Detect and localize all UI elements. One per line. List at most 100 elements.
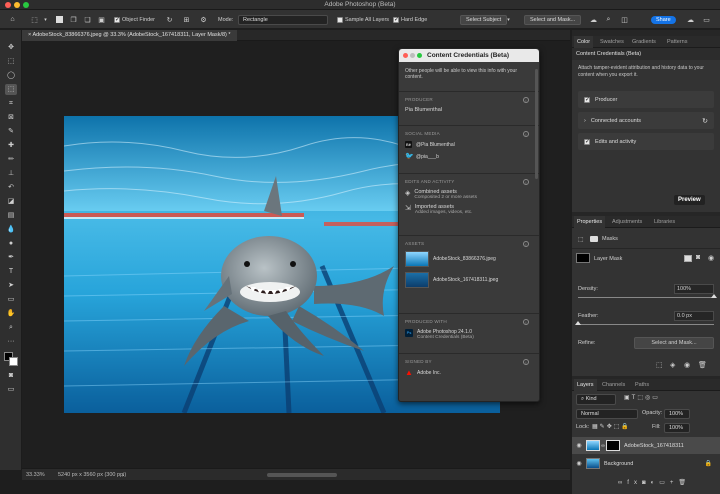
layers-footer-icons[interactable]: ∞fx◙◐▭+🗑 xyxy=(618,479,691,486)
pen-tool-icon[interactable]: ✒ xyxy=(5,252,17,263)
add-selection-icon[interactable]: ❐ xyxy=(69,10,78,29)
cc-panel-header[interactable]: Content Credentials (Beta) xyxy=(399,49,539,62)
feather-slider[interactable] xyxy=(578,324,714,325)
blend-mode-dropdown[interactable]: Normal xyxy=(576,409,638,419)
status-chevron-icon[interactable]: › xyxy=(122,473,124,479)
tab-swatches[interactable]: Swatches xyxy=(600,36,624,48)
object-selection-tool-icon[interactable]: ⬚ xyxy=(5,84,17,95)
quick-mask-icon[interactable]: ◙ xyxy=(5,370,17,381)
horizontal-scrollbar[interactable] xyxy=(267,473,337,477)
layer-filter-icons[interactable]: ▣T⬚◎▭ xyxy=(624,394,660,401)
producer-row[interactable]: Producer xyxy=(578,91,714,108)
gradient-tool-icon[interactable]: ▤ xyxy=(5,210,17,221)
info-icon[interactable]: i xyxy=(523,97,529,103)
density-field[interactable]: 100% xyxy=(674,284,714,294)
cc-social-twitter[interactable]: @pia___b xyxy=(416,154,439,160)
search-icon[interactable]: ⌕ xyxy=(604,10,613,29)
type-tool-icon[interactable]: T xyxy=(5,266,17,277)
tab-layers[interactable]: Layers xyxy=(574,379,597,391)
background-color-swatch[interactable] xyxy=(9,357,18,366)
density-slider-handle[interactable] xyxy=(711,294,717,298)
cloud-docs-icon[interactable]: ☁ xyxy=(686,10,695,29)
blur-tool-icon[interactable]: 💧 xyxy=(5,224,17,235)
cc-minimize-button[interactable] xyxy=(410,53,415,58)
chevron-right-icon[interactable]: › xyxy=(584,118,586,124)
gear-icon[interactable]: ⚙ xyxy=(199,10,208,29)
pixel-mask-icon[interactable]: ⬚ xyxy=(578,236,584,243)
rectangle-tool-icon[interactable]: ▭ xyxy=(5,294,17,305)
marquee-tool-icon[interactable]: ⬚ xyxy=(5,56,17,67)
cloud-icon[interactable]: ☁ xyxy=(589,10,598,29)
mode-dropdown[interactable]: Rectangle xyxy=(238,10,328,29)
brush-tool-icon[interactable]: ✏ xyxy=(5,154,17,165)
intersect-selection-icon[interactable]: ▣ xyxy=(97,10,106,29)
healing-tool-icon[interactable]: ✚ xyxy=(5,140,17,151)
info-icon[interactable]: i xyxy=(523,179,529,185)
hand-tool-icon[interactable]: ✋ xyxy=(5,308,17,319)
zoom-tool-icon[interactable]: ⌕ xyxy=(5,322,17,333)
more-tools-icon[interactable]: ··· xyxy=(5,336,17,347)
lock-icons[interactable]: ▦✎✥⬚🔒 xyxy=(592,423,631,430)
hard-edge-checkbox[interactable]: Hard Edge xyxy=(393,10,427,29)
clone-stamp-tool-icon[interactable]: ⊥ xyxy=(5,168,17,179)
sample-all-layers-checkbox[interactable]: Sample All Layers xyxy=(337,10,389,29)
frame-tool-icon[interactable]: ⊠ xyxy=(5,112,17,123)
feather-slider-handle[interactable] xyxy=(575,321,581,325)
subtract-selection-icon[interactable]: ❏ xyxy=(83,10,92,29)
tab-gradients[interactable]: Gradients xyxy=(632,36,656,48)
fill-field[interactable]: 100% xyxy=(664,423,690,433)
cc-zoom-button[interactable] xyxy=(417,53,422,58)
cc-asset-row[interactable]: AdobeStock_167418311.jpeg xyxy=(405,272,529,288)
tab-color[interactable]: Color xyxy=(574,36,594,48)
crop-tool-icon[interactable]: ⌗ xyxy=(5,98,17,109)
density-slider[interactable] xyxy=(578,297,714,298)
cc-scrollbar[interactable] xyxy=(535,69,538,179)
cc-social-behance[interactable]: @Pia Blumenthal xyxy=(416,142,455,148)
info-icon[interactable]: i xyxy=(523,319,529,325)
refresh-icon[interactable]: ↻ xyxy=(165,10,174,29)
learn-icon[interactable]: ◫ xyxy=(620,10,629,29)
workspace-icon[interactable]: ▭ xyxy=(702,10,711,29)
tab-patterns[interactable]: Patterns xyxy=(667,36,687,48)
home-icon[interactable]: ⌂ xyxy=(8,10,17,29)
layer-row[interactable]: ◉ ∞ AdobeStock_167418311 xyxy=(572,437,720,454)
apply-mask-icon[interactable]: ◙ xyxy=(696,254,700,261)
lasso-tool-icon[interactable]: ◯ xyxy=(5,70,17,81)
apply-icon[interactable]: ◈ xyxy=(670,361,675,369)
object-finder-checkbox[interactable]: Object Finder xyxy=(114,10,155,29)
feather-field[interactable]: 0.0 px xyxy=(674,311,714,321)
info-icon[interactable]: i xyxy=(523,131,529,137)
select-subject-button[interactable]: Select Subject xyxy=(460,10,508,29)
tab-paths[interactable]: Paths xyxy=(635,379,649,391)
eye-icon[interactable]: ◉ xyxy=(572,442,586,449)
cc-asset-row[interactable]: AdobeStock_83866376.jpeg xyxy=(405,251,529,267)
opacity-field[interactable]: 100% xyxy=(664,409,690,419)
vector-mask-icon[interactable] xyxy=(590,236,598,242)
layer-row[interactable]: ◉ Background 🔒 xyxy=(572,455,720,472)
layer-filter-dropdown[interactable]: ⌕ Kind xyxy=(576,394,616,405)
path-selection-tool-icon[interactable]: ➤ xyxy=(5,280,17,291)
new-selection-icon[interactable] xyxy=(56,10,63,29)
zoom-level[interactable]: 33.33% xyxy=(26,472,45,478)
move-tool-icon[interactable]: ✥ xyxy=(5,42,17,53)
tab-adjustments[interactable]: Adjustments xyxy=(612,216,642,228)
select-mask-icon[interactable] xyxy=(684,255,692,262)
select-and-mask-button[interactable]: Select and Mask... xyxy=(524,10,582,29)
info-icon[interactable]: i xyxy=(523,359,529,365)
eyedropper-tool-icon[interactable]: ✎ xyxy=(5,126,17,137)
info-icon[interactable]: i xyxy=(523,241,529,247)
connected-accounts-row[interactable]: › Connected accounts ↻ xyxy=(578,112,714,129)
edits-checkbox[interactable] xyxy=(584,138,590,145)
disable-mask-icon[interactable]: ◉ xyxy=(708,254,714,262)
cc-close-button[interactable] xyxy=(403,53,408,58)
preview-button[interactable]: Preview xyxy=(674,195,705,205)
eye-icon[interactable]: ◉ xyxy=(684,361,690,369)
history-brush-tool-icon[interactable]: ↶ xyxy=(5,182,17,193)
lock-icon[interactable]: 🔒 xyxy=(705,460,712,467)
document-tab[interactable]: × AdobeStock_83866376.jpeg @ 33.3% (Adob… xyxy=(22,30,237,41)
eraser-tool-icon[interactable]: ◪ xyxy=(5,196,17,207)
dodge-tool-icon[interactable]: ● xyxy=(5,238,17,249)
share-button[interactable]: Share xyxy=(651,10,676,29)
show-objects-icon[interactable]: ⊞ xyxy=(182,10,191,29)
eye-icon[interactable]: ◉ xyxy=(572,460,586,467)
